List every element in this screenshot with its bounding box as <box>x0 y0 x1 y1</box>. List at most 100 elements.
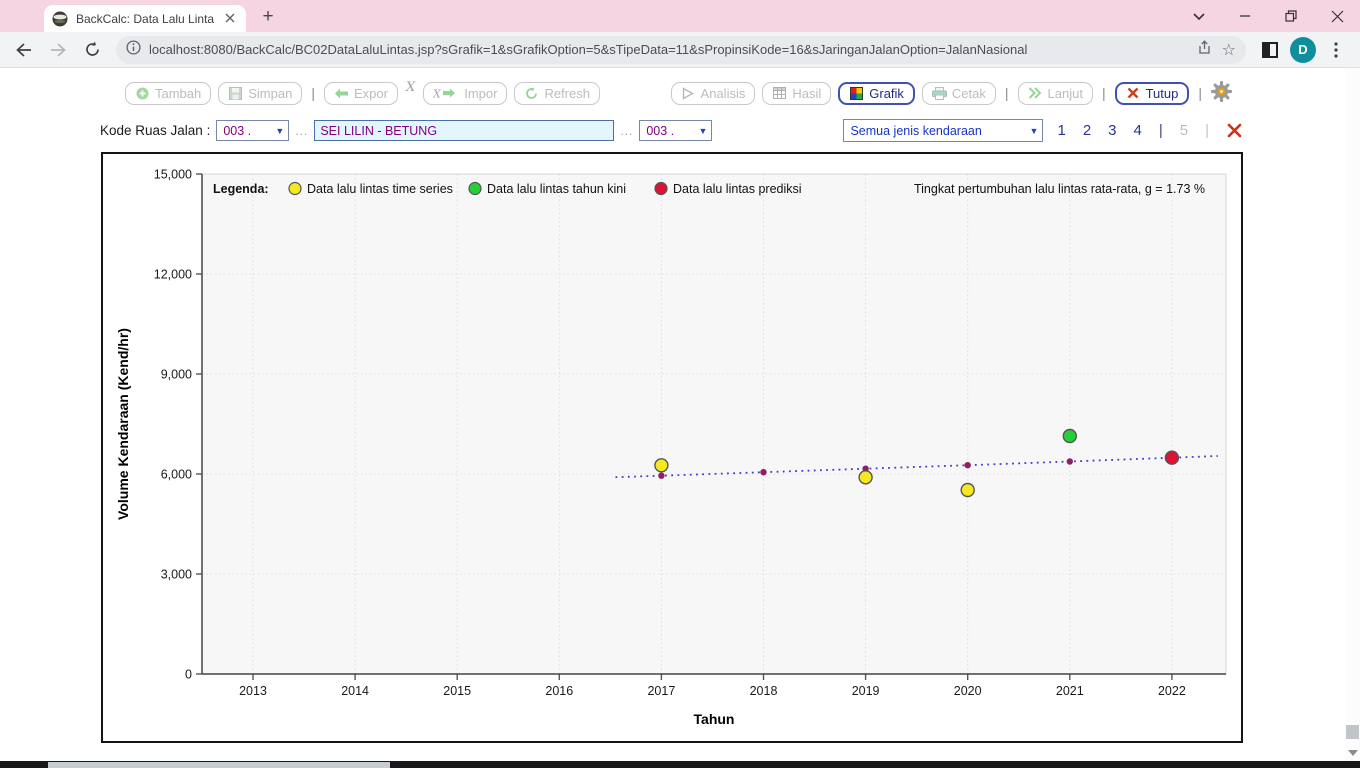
browser-tab[interactable]: BackCalc: Data Lalu Lintas <box>44 5 246 32</box>
new-tab-button[interactable]: + <box>254 3 282 31</box>
forward-button[interactable] <box>44 36 72 64</box>
svg-text:X: X <box>433 88 442 100</box>
x-tick-label: 2017 <box>647 684 675 698</box>
pagination-separator: | <box>1205 122 1209 139</box>
share-icon[interactable] <box>1196 39 1212 60</box>
arrow-right-icon: X <box>433 86 459 101</box>
x-tick-label: 2022 <box>1158 684 1186 698</box>
grafik-label: Grafik <box>869 86 904 101</box>
reload-button[interactable] <box>78 36 106 64</box>
y-tick-label: 12,000 <box>154 268 192 282</box>
x-tick-label: 2020 <box>954 684 982 698</box>
legend-label: Data lalu lintas prediksi <box>673 182 802 196</box>
lanjut-label: Lanjut <box>1048 86 1083 101</box>
lanjut-button[interactable]: Lanjut <box>1018 82 1093 105</box>
split-screen-icon[interactable] <box>1256 36 1284 64</box>
chart-icon <box>849 86 864 101</box>
table-icon <box>772 86 787 101</box>
close-panel-icon[interactable] <box>1227 123 1242 138</box>
data-point-series-1 <box>1063 430 1076 443</box>
vehicle-type-select[interactable]: Semua jenis kendaraan▼ <box>843 119 1043 142</box>
restore-button[interactable] <box>1268 0 1314 32</box>
toolbar-separator: | <box>309 85 317 101</box>
taskbar[interactable] <box>0 761 1360 768</box>
tab-close-icon[interactable] <box>222 11 238 27</box>
hasil-label: Hasil <box>792 86 821 101</box>
toolbar-left-group: Tambah Simpan | Expor X X <box>125 82 600 105</box>
road-name-input[interactable] <box>314 120 614 141</box>
refresh-button[interactable]: Refresh <box>514 82 600 105</box>
printer-icon <box>932 86 947 101</box>
expor-label: Expor <box>354 86 388 101</box>
tab-strip: BackCalc: Data Lalu Lintas + <box>0 0 1360 32</box>
x-tick-label: 2014 <box>341 684 369 698</box>
chevron-down-icon: ▼ <box>275 126 284 136</box>
simpan-button[interactable]: Simpan <box>218 82 302 105</box>
close-x-icon <box>1126 86 1141 101</box>
road-code-to-select[interactable]: 003 .▼ <box>639 120 712 141</box>
hasil-button[interactable]: Hasil <box>762 82 831 105</box>
window-controls <box>1176 0 1360 32</box>
tutup-button[interactable]: Tutup <box>1115 82 1190 105</box>
bookmark-star-icon[interactable]: ☆ <box>1222 40 1236 60</box>
legend-marker <box>289 183 301 195</box>
traffic-volume-chart: 2013201420152016201720182019202020212022… <box>101 152 1243 743</box>
page-3-link[interactable]: 3 <box>1108 122 1116 139</box>
taskbar-segment <box>48 762 390 768</box>
scrollbar-thumb[interactable] <box>1346 725 1359 739</box>
x-tick-label: 2013 <box>239 684 267 698</box>
tutup-label: Tutup <box>1146 86 1179 101</box>
tambah-button[interactable]: Tambah <box>125 82 211 105</box>
excel-mark: X <box>405 80 416 95</box>
road-section-group: Kode Ruas Jalan : 003 .▼ ... ... 003 .▼ <box>100 120 712 141</box>
y-axis-title: Volume Kendaraan (Kend/hr) <box>115 328 131 520</box>
ellipsis: ... <box>620 124 633 138</box>
site-info-icon[interactable] <box>126 40 141 60</box>
page-1-link[interactable]: 1 <box>1057 122 1065 139</box>
analisis-button[interactable]: Analisis <box>671 82 756 105</box>
scrollbar-down-arrow-icon[interactable] <box>1348 750 1358 756</box>
tab-search-chevron-icon[interactable] <box>1176 0 1222 32</box>
impor-label: Impor <box>464 86 497 101</box>
settings-button[interactable] <box>1211 81 1232 105</box>
impor-button[interactable]: X Impor <box>423 82 507 105</box>
page-2-link[interactable]: 2 <box>1083 122 1091 139</box>
legend-label: Data lalu lintas tahun kini <box>487 182 626 196</box>
refresh-icon <box>524 86 539 101</box>
minimize-button[interactable] <box>1222 0 1268 32</box>
pagination: 1 2 3 4 | 5 | <box>1057 122 1209 139</box>
y-tick-label: 0 <box>185 668 192 682</box>
y-tick-label: 15,000 <box>154 168 192 182</box>
double-chevron-right-icon <box>1028 86 1043 101</box>
back-button[interactable] <box>10 36 38 64</box>
grafik-button[interactable]: Grafik <box>838 82 915 105</box>
page-4-link[interactable]: 4 <box>1134 122 1142 139</box>
y-tick-label: 9,000 <box>161 368 192 382</box>
trend-point <box>965 462 971 468</box>
trend-point <box>658 473 664 479</box>
analisis-label: Analisis <box>701 86 746 101</box>
growth-annotation: Tingkat pertumbuhan lalu lintas rata-rat… <box>914 182 1205 196</box>
legend-title: Legenda: <box>213 182 269 196</box>
trend-point <box>1067 458 1073 464</box>
save-icon <box>228 86 243 101</box>
cetak-button[interactable]: Cetak <box>922 82 996 105</box>
profile-avatar[interactable]: D <box>1290 37 1316 63</box>
window-close-button[interactable] <box>1314 0 1360 32</box>
x-axis-title: Tahun <box>694 711 735 727</box>
legend-label: Data lalu lintas time series <box>307 182 453 196</box>
road-code-label: Kode Ruas Jalan : <box>100 123 210 138</box>
chart-canvas: 2013201420152016201720182019202020212022… <box>103 154 1241 741</box>
address-bar[interactable]: localhost:8080/BackCalc/BC02DataLaluLint… <box>116 36 1246 64</box>
ellipsis: ... <box>295 124 308 138</box>
page-scrollbar[interactable] <box>1345 68 1360 761</box>
data-point-series-0 <box>859 471 872 484</box>
site-favicon-icon <box>52 11 68 27</box>
tambah-label: Tambah <box>155 86 201 101</box>
x-tick-label: 2018 <box>750 684 778 698</box>
data-point-series-0 <box>655 459 668 472</box>
filter-row: Kode Ruas Jalan : 003 .▼ ... ... 003 .▼ … <box>0 105 1360 142</box>
expor-button[interactable]: Expor <box>324 82 398 105</box>
road-code-from-select[interactable]: 003 .▼ <box>216 120 289 141</box>
browser-menu-icon[interactable] <box>1322 36 1350 64</box>
